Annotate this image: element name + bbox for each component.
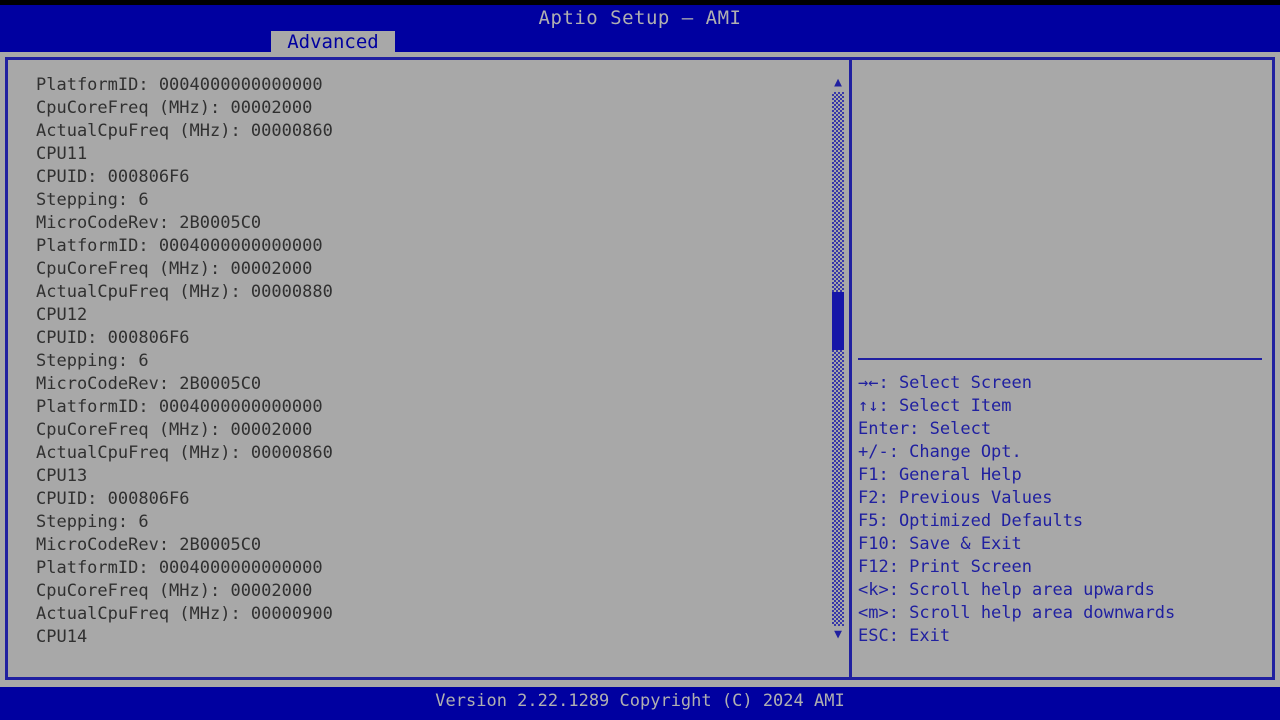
list-item[interactable]: CPU14 <box>36 626 826 649</box>
list-item[interactable]: PlatformID: 0004000000000000 <box>36 396 826 419</box>
vertical-scrollbar[interactable]: ▲ ▼ <box>830 74 846 644</box>
list-item[interactable]: MicroCodeRev: 2B0005C0 <box>36 212 826 235</box>
list-item[interactable]: ActualCpuFreq (MHz): 00000880 <box>36 281 826 304</box>
list-item[interactable]: CpuCoreFreq (MHz): 00002000 <box>36 580 826 603</box>
scroll-up-arrow-icon[interactable]: ▲ <box>831 76 845 90</box>
scrollbar-thumb[interactable] <box>832 292 844 350</box>
tab-bar: Advanced <box>0 31 1280 53</box>
list-item[interactable]: CpuCoreFreq (MHz): 00002000 <box>36 97 826 120</box>
list-item[interactable]: CPU11 <box>36 143 826 166</box>
shortcut-item: ESC: Exit <box>858 626 951 646</box>
shortcut-item: →←: Select Screen <box>858 373 1032 393</box>
list-item[interactable]: CPU12 <box>36 304 826 327</box>
list-item[interactable]: CPU13 <box>36 465 826 488</box>
shortcut-item: F5: Optimized Defaults <box>858 511 1084 531</box>
list-item[interactable]: Stepping: 6 <box>36 350 826 373</box>
list-item[interactable]: ActualCpuFreq (MHz): 00000860 <box>36 120 826 143</box>
list-item[interactable]: CPUID: 000806F6 <box>36 166 826 189</box>
list-item[interactable]: CpuCoreFreq (MHz): 00002000 <box>36 258 826 281</box>
list-item[interactable]: CpuCoreFreq (MHz): 00002000 <box>36 419 826 442</box>
list-item[interactable]: CPUID: 000806F6 <box>36 488 826 511</box>
panel-divider <box>849 57 852 680</box>
scrollbar-track[interactable] <box>832 92 844 626</box>
shortcut-item: F2: Previous Values <box>858 488 1053 508</box>
list-item[interactable]: Stepping: 6 <box>36 189 826 212</box>
footer-version: Version 2.22.1289 Copyright (C) 2024 AMI <box>0 687 1280 715</box>
list-item[interactable]: Stepping: 6 <box>36 511 826 534</box>
list-item[interactable]: ActualCpuFreq (MHz): 00000860 <box>36 442 826 465</box>
tab-advanced[interactable]: Advanced <box>271 31 395 53</box>
list-item[interactable]: PlatformID: 0004000000000000 <box>36 74 826 97</box>
bios-setup-screen: Aptio Setup – AMI Advanced PlatformID: 0… <box>0 0 1280 720</box>
shortcut-item: F12: Print Screen <box>858 557 1032 577</box>
scroll-down-arrow-icon[interactable]: ▼ <box>831 628 845 642</box>
page-title: Aptio Setup – AMI <box>0 5 1280 31</box>
list-item[interactable]: MicroCodeRev: 2B0005C0 <box>36 534 826 557</box>
shortcut-item: F10: Save & Exit <box>858 534 1022 554</box>
shortcut-item: ↑↓: Select Item <box>858 396 1012 416</box>
list-item[interactable]: ActualCpuFreq (MHz): 00000900 <box>36 603 826 626</box>
keyboard-shortcuts-list: →←: Select Screen ↑↓: Select Item Enter: S… <box>858 372 1268 648</box>
shortcut-item: Enter: Select <box>858 419 992 439</box>
help-divider <box>858 358 1262 360</box>
help-panel: →←: Select Screen ↑↓: Select Item Enter: S… <box>858 72 1268 672</box>
shortcut-item: +/-: Change Opt. <box>858 442 1022 462</box>
list-item[interactable]: PlatformID: 0004000000000000 <box>36 557 826 580</box>
shortcut-item: <k>: Scroll help area upwards <box>858 580 1155 600</box>
list-item[interactable]: CPUID: 000806F6 <box>36 327 826 350</box>
list-item[interactable]: PlatformID: 0004000000000000 <box>36 235 826 258</box>
shortcut-item: <m>: Scroll help area downwards <box>858 603 1176 623</box>
shortcut-item: F1: General Help <box>858 465 1022 485</box>
list-item[interactable]: MicroCodeRev: 2B0005C0 <box>36 373 826 396</box>
cpu-information-list[interactable]: PlatformID: 0004000000000000 CpuCoreFreq … <box>36 74 826 654</box>
